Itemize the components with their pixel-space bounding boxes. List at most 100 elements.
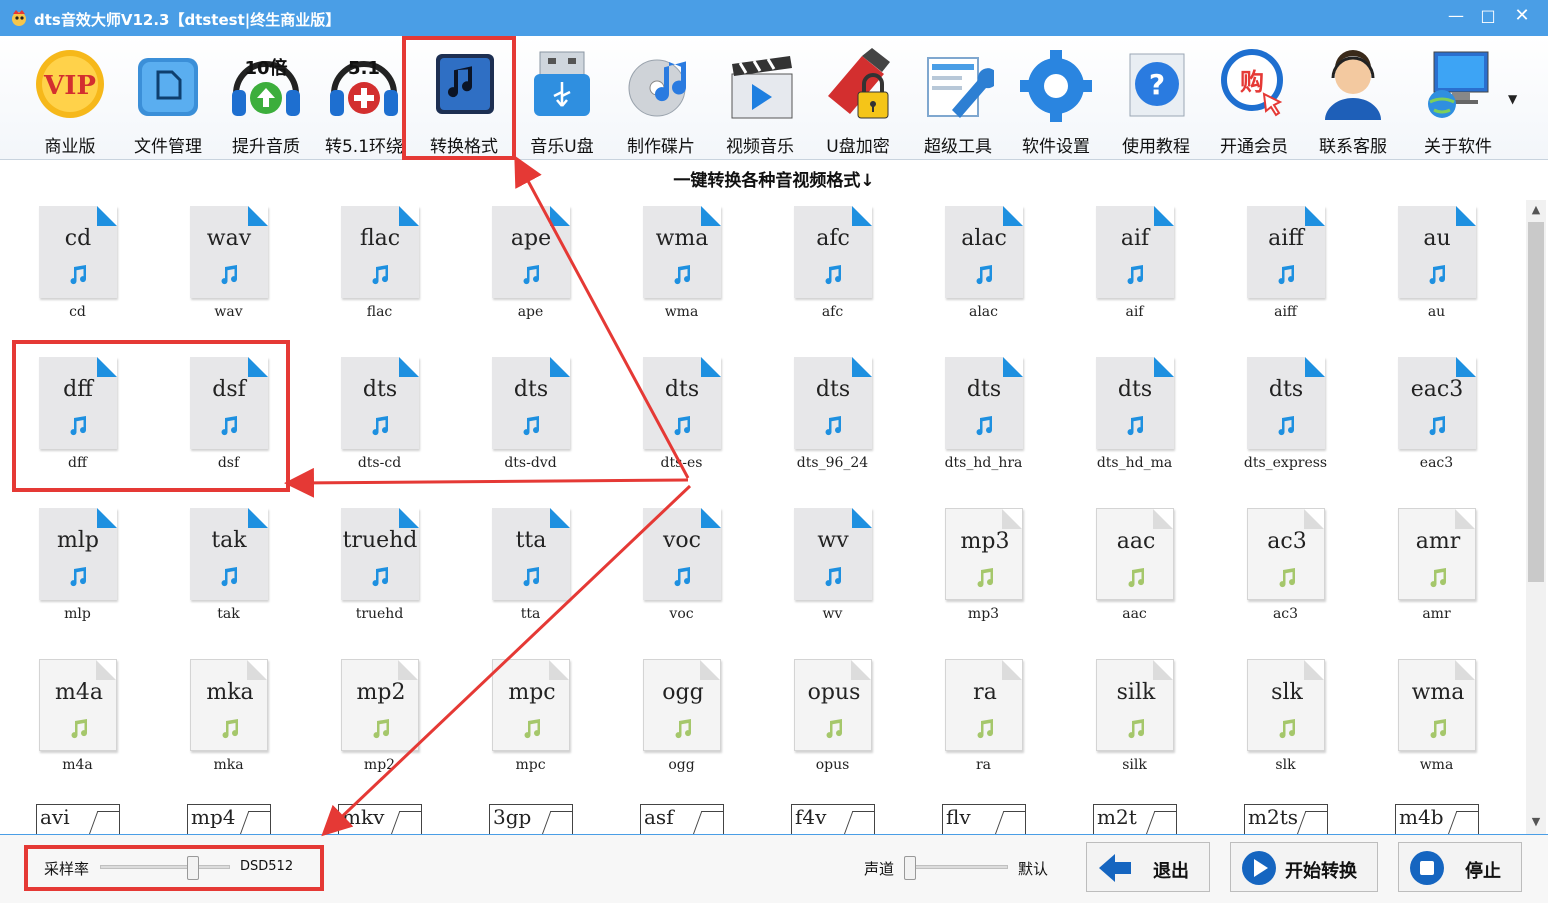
format-item-tak[interactable]: tak tak: [167, 498, 287, 638]
format-caption: dts_express: [1243, 455, 1328, 471]
toolbar-enhance-quality-button[interactable]: 10倍 提升音质: [218, 40, 314, 157]
format-item-cd[interactable]: cd cd: [16, 196, 136, 336]
toolbar-more-dropdown[interactable]: ▼: [1508, 92, 1517, 106]
vertical-scrollbar[interactable]: ▲ ▼: [1526, 200, 1546, 834]
video-format-item-avi[interactable]: avi: [36, 804, 120, 834]
music-note-icon: [523, 416, 540, 436]
audio-file-icon: alac: [945, 206, 1023, 298]
main-toolbar: VIP 商业版 文件管理 10倍 提升音质 5.1 转5.1环绕 转换格式 音乐…: [0, 36, 1548, 160]
toolbar-vip-button[interactable]: VIP 商业版: [22, 40, 118, 157]
toolbar-membership-button[interactable]: 购 开通会员: [1206, 40, 1302, 157]
format-item-flac[interactable]: flac flac: [318, 196, 438, 336]
music-note-icon: [221, 416, 238, 436]
format-item-wv[interactable]: wv wv: [771, 498, 891, 638]
format-item-wav[interactable]: wav wav: [167, 196, 287, 336]
toolbar-support-button[interactable]: 联系客服: [1305, 40, 1401, 157]
format-item-opus[interactable]: opus opus: [771, 649, 891, 789]
format-item-slk[interactable]: slk slk: [1224, 649, 1344, 789]
format-item-truehd[interactable]: truehd truehd: [318, 498, 438, 638]
format-item-mka[interactable]: mka mka: [167, 649, 287, 789]
format-item-m4a[interactable]: m4a m4a: [16, 649, 136, 789]
format-caption: opus: [815, 757, 850, 773]
video-ext-label: mkv: [342, 805, 385, 829]
format-item-afc[interactable]: afc afc: [771, 196, 891, 336]
format-item-ogg[interactable]: ogg ogg: [620, 649, 740, 789]
format-caption: mpc: [515, 757, 546, 773]
format-item-aif[interactable]: aif aif: [1073, 196, 1193, 336]
format-item-dts-dvd[interactable]: dts dts-dvd: [469, 347, 589, 487]
video-format-item-m2ts[interactable]: m2ts: [1244, 804, 1328, 834]
format-caption: aiff: [1274, 304, 1297, 320]
format-item-dsf[interactable]: dsf dsf: [167, 347, 287, 487]
format-item-eac3[interactable]: eac3 eac3: [1375, 347, 1495, 487]
toolbar-burn-disc-button[interactable]: 制作碟片: [613, 40, 709, 157]
sample-rate-slider-track[interactable]: [100, 865, 230, 869]
minimize-button[interactable]: —: [1442, 4, 1470, 28]
toolbar-surround-button[interactable]: 5.1 转5.1环绕: [316, 40, 412, 157]
format-item-dts_hd_hra[interactable]: dts dts_hd_hra: [922, 347, 1042, 487]
video-format-item-f4v[interactable]: f4v: [791, 804, 875, 834]
maximize-button[interactable]: □: [1474, 4, 1502, 28]
format-item-dts_hd_ma[interactable]: dts dts_hd_ma: [1073, 347, 1193, 487]
format-item-tta[interactable]: tta tta: [469, 498, 589, 638]
format-item-au[interactable]: au au: [1375, 196, 1495, 336]
channel-slider-thumb[interactable]: [904, 856, 916, 880]
toolbar-usb-encrypt-button[interactable]: U盘加密: [810, 40, 906, 157]
scroll-thumb[interactable]: [1528, 222, 1544, 582]
format-item-aac[interactable]: aac aac: [1073, 498, 1193, 638]
toolbar-super-tools-button[interactable]: 超级工具: [910, 40, 1006, 157]
close-button[interactable]: ✕: [1508, 4, 1536, 28]
format-item-wma[interactable]: wma wma: [1375, 649, 1495, 789]
format-item-dts-cd[interactable]: dts dts-cd: [318, 347, 438, 487]
format-item-wma[interactable]: wma wma: [620, 196, 740, 336]
format-caption: aac: [1122, 606, 1147, 622]
music-note-icon: [674, 265, 691, 285]
music-note-icon: [825, 416, 842, 436]
file-ext-label: cd: [64, 226, 92, 251]
toolbar-settings-button[interactable]: 软件设置: [1008, 40, 1104, 157]
video-format-item-m2t[interactable]: m2t: [1093, 804, 1177, 834]
toolbar-video-music-button[interactable]: 视频音乐: [712, 40, 808, 157]
toolbar-about-button[interactable]: 关于软件: [1410, 40, 1506, 157]
video-format-item-asf[interactable]: asf: [640, 804, 724, 834]
toolbar-music-usb-button[interactable]: 音乐U盘: [514, 40, 610, 157]
scroll-down-button[interactable]: ▼: [1526, 812, 1546, 832]
format-item-voc[interactable]: voc voc: [620, 498, 740, 638]
format-item-ac3[interactable]: ac3 ac3: [1224, 498, 1344, 638]
format-item-alac[interactable]: alac alac: [922, 196, 1042, 336]
format-item-mp2[interactable]: mp2 mp2: [318, 649, 438, 789]
audio-file-icon: slk: [1247, 659, 1325, 751]
arrow-left-icon: [1099, 854, 1131, 882]
exit-button[interactable]: 退出: [1086, 842, 1210, 892]
scroll-up-button[interactable]: ▲: [1526, 200, 1546, 220]
video-format-item-m4b[interactable]: m4b: [1395, 804, 1479, 834]
sample-rate-slider-thumb[interactable]: [187, 856, 199, 880]
music-note-icon: [372, 567, 389, 587]
video-format-item-3gp[interactable]: 3gp: [489, 804, 573, 834]
format-item-dts_96_24[interactable]: dts dts_96_24: [771, 347, 891, 487]
start-convert-button[interactable]: 开始转换: [1230, 842, 1378, 892]
format-caption: voc: [669, 606, 694, 622]
video-format-item-mp4[interactable]: mp4: [187, 804, 271, 834]
format-caption: truehd: [355, 606, 404, 622]
video-format-item-mkv[interactable]: mkv: [338, 804, 422, 834]
format-item-amr[interactable]: amr amr: [1375, 498, 1495, 638]
format-item-silk[interactable]: silk silk: [1073, 649, 1193, 789]
format-item-mlp[interactable]: mlp mlp: [16, 498, 136, 638]
format-item-ape[interactable]: ape ape: [469, 196, 589, 336]
format-item-ra[interactable]: ra ra: [922, 649, 1042, 789]
channel-slider-track[interactable]: [906, 865, 1008, 869]
video-format-item-flv[interactable]: flv: [942, 804, 1026, 834]
toolbar-file-manager-button[interactable]: 文件管理: [120, 40, 216, 157]
toolbar-convert-format-button[interactable]: 转换格式: [416, 40, 512, 157]
format-item-mpc[interactable]: mpc mpc: [469, 649, 589, 789]
format-item-dts_express[interactable]: dts dts_express: [1224, 347, 1344, 487]
toolbar-tutorial-button[interactable]: ? 使用教程: [1108, 40, 1204, 157]
music-note-icon: [976, 265, 993, 285]
video-file-icon: [1296, 811, 1328, 834]
format-item-mp3[interactable]: mp3 mp3: [922, 498, 1042, 638]
stop-button[interactable]: 停止: [1398, 842, 1522, 892]
format-item-dff[interactable]: dff dff: [16, 347, 136, 487]
format-item-dts-es[interactable]: dts dts-es: [620, 347, 740, 487]
format-item-aiff[interactable]: aiff aiff: [1224, 196, 1344, 336]
